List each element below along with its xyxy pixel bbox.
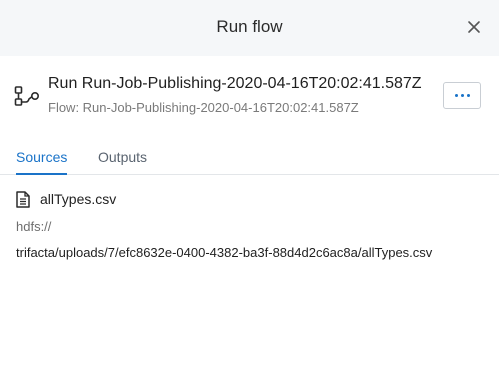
flow-icon	[14, 85, 40, 107]
source-path: trifacta/uploads/7/efc8632e-0400-4382-ba…	[16, 245, 433, 260]
dialog-header: Run flow	[0, 0, 499, 56]
file-icon	[16, 191, 30, 208]
run-summary: Run Run-Job-Publishing-2020-04-16T20:02:…	[14, 72, 499, 122]
tab-bar: Sources Outputs	[0, 140, 499, 175]
run-title: Run Run-Job-Publishing-2020-04-16T20:02:…	[48, 75, 422, 92]
dialog-title: Run flow	[216, 17, 283, 36]
tab-sources[interactable]: Sources	[16, 149, 68, 175]
more-options-button[interactable]	[443, 82, 481, 109]
tab-outputs[interactable]: Outputs	[98, 149, 147, 173]
close-icon[interactable]	[465, 18, 483, 36]
ellipsis-icon	[454, 94, 458, 97]
source-file-name: allTypes.csv	[40, 191, 117, 207]
flow-label: Flow: Run-Job-Publishing-2020-04-16T20:0…	[48, 100, 359, 115]
source-scheme: hdfs://	[16, 219, 52, 234]
